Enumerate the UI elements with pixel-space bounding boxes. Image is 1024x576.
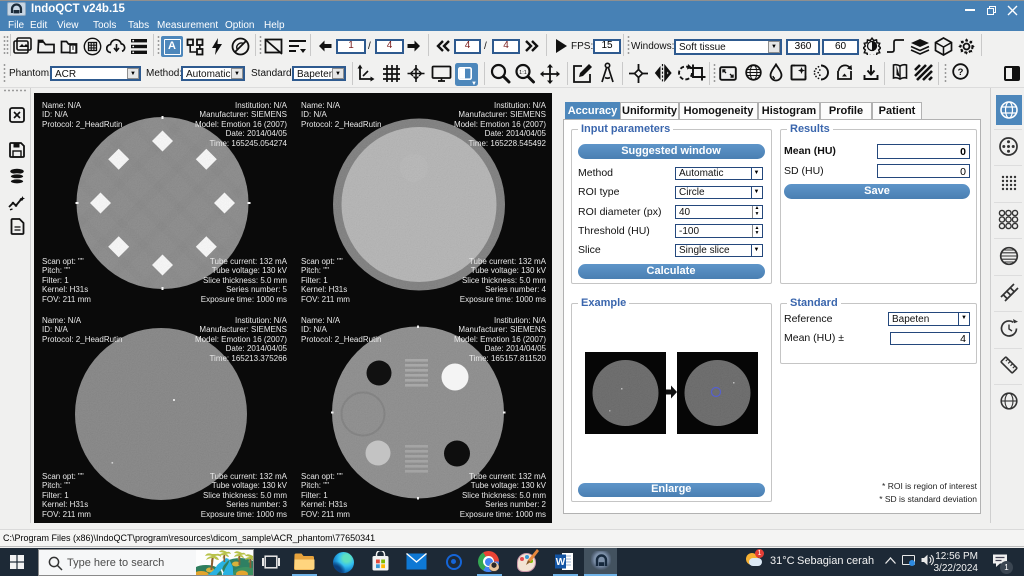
svg-text:W: W (556, 557, 566, 568)
svg-text:?: ? (958, 67, 964, 78)
svg-text:1:1: 1:1 (519, 70, 527, 76)
